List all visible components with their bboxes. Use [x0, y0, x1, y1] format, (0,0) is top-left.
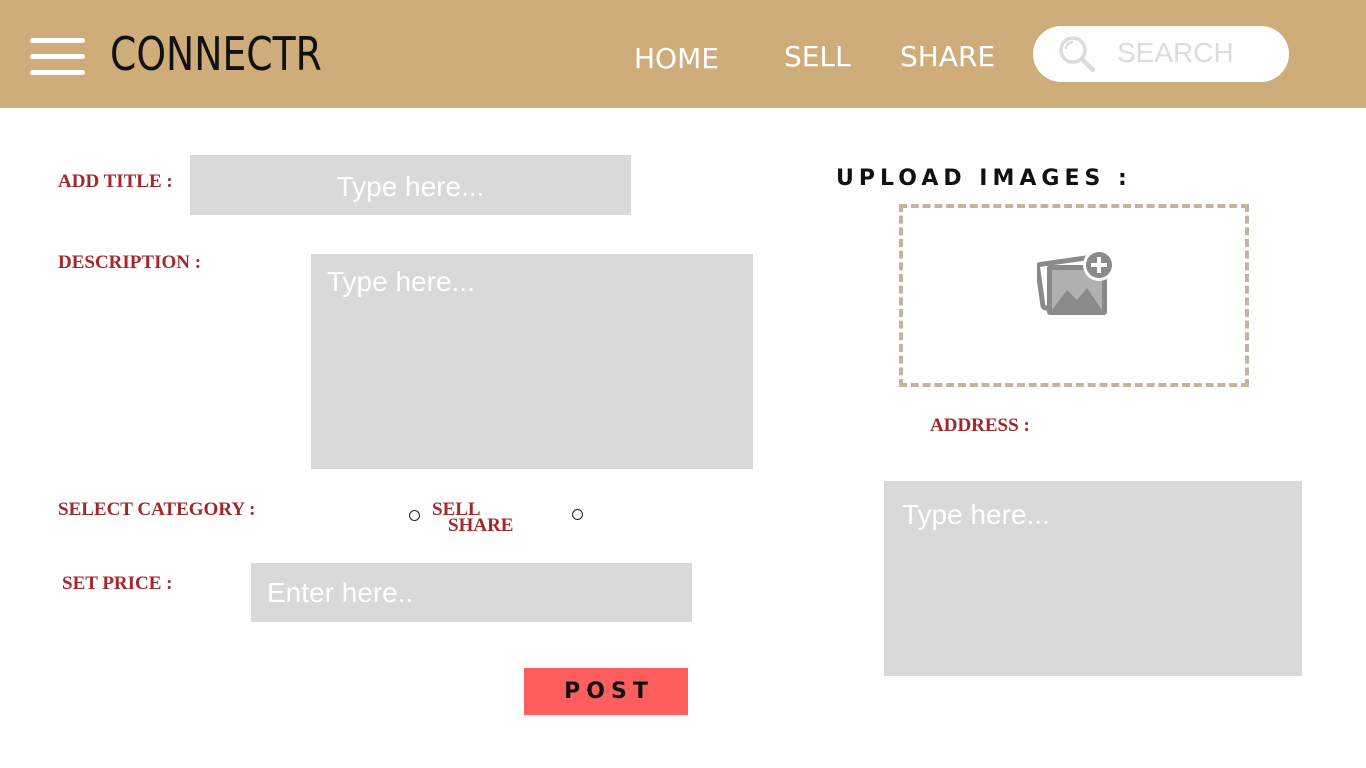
category-share-radio[interactable]	[572, 509, 583, 520]
add-title-label: ADD TITLE :	[58, 171, 173, 192]
address-label: ADDRESS :	[930, 415, 1030, 436]
post-button[interactable]: POST	[524, 668, 688, 715]
search-input[interactable]	[1117, 34, 1277, 72]
price-input[interactable]	[251, 563, 692, 622]
app-logo[interactable]: CONNECTR	[110, 26, 322, 82]
description-label: DESCRIPTION :	[58, 252, 202, 273]
hamburger-menu-icon[interactable]	[30, 38, 85, 78]
nav-sell-link[interactable]: SELL	[784, 40, 851, 74]
nav-share-link[interactable]: SHARE	[900, 40, 995, 74]
category-sell-radio[interactable]	[409, 510, 420, 521]
search-icon[interactable]	[1057, 34, 1097, 74]
title-input[interactable]	[190, 155, 631, 215]
upload-images-label: UPLOAD IMAGES :	[836, 166, 1132, 191]
add-image-icon[interactable]	[1037, 248, 1119, 322]
set-price-label: SET PRICE :	[62, 573, 173, 594]
top-header-bar: CONNECTR HOME SELL SHARE	[0, 0, 1366, 108]
nav-home-link[interactable]: HOME	[634, 42, 719, 76]
address-textarea[interactable]	[884, 481, 1302, 676]
search-bar[interactable]	[1033, 26, 1289, 82]
post-listing-page: CONNECTR HOME SELL SHARE ADD TITLE : DES…	[0, 0, 1366, 768]
category-share-option-label[interactable]: SHARE	[448, 515, 513, 537]
select-category-label: SELECT CATEGORY :	[58, 499, 256, 520]
description-textarea[interactable]	[311, 254, 753, 469]
image-upload-dropzone[interactable]	[899, 204, 1249, 387]
